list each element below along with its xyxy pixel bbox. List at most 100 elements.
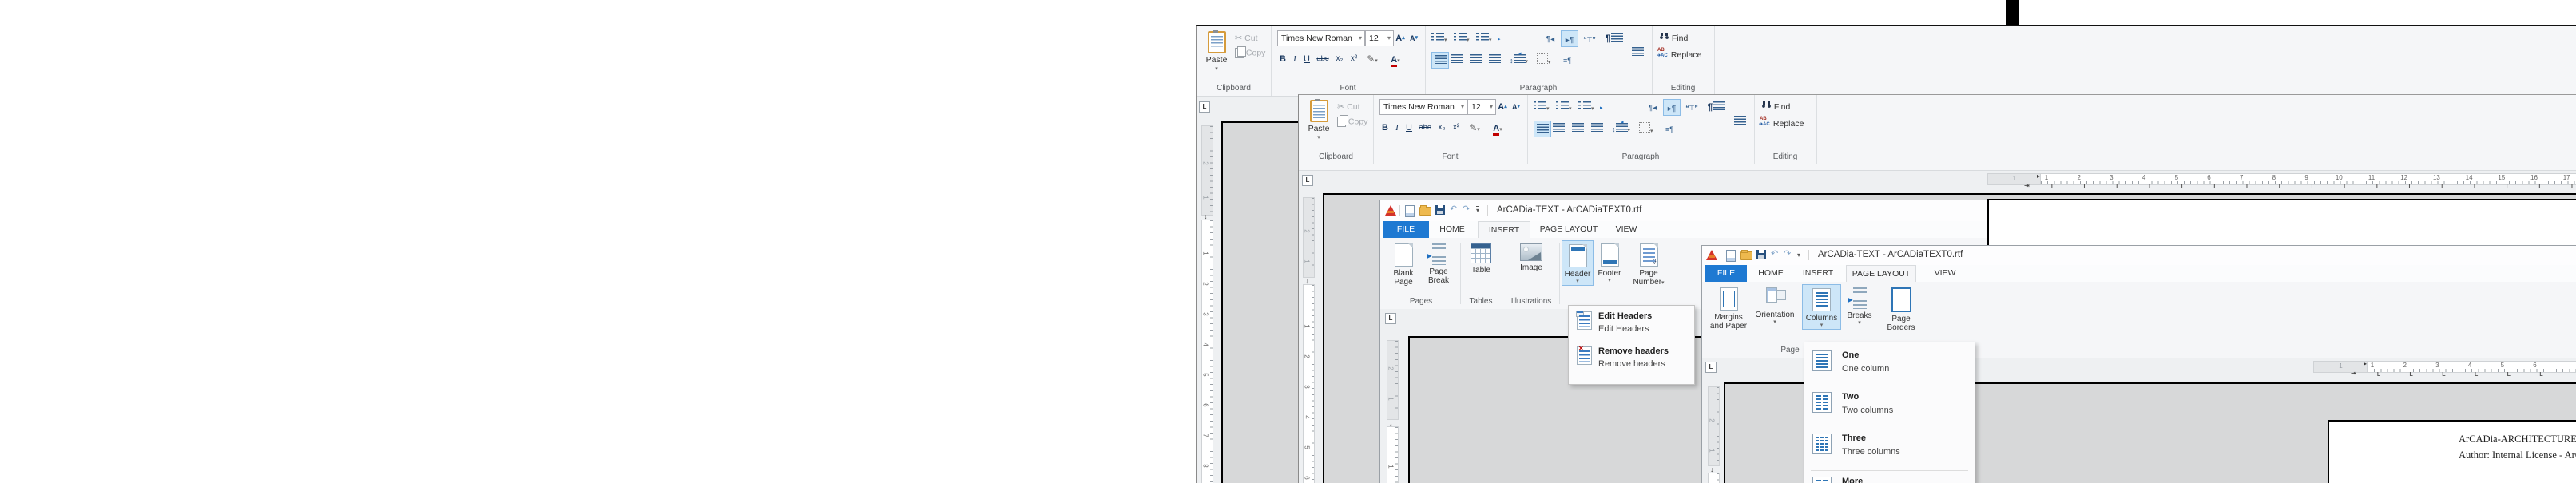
tab-selector-icon[interactable]: L [1705,362,1717,373]
tab-stop-icon[interactable]: L [2442,372,2445,378]
whitespace-marks-button[interactable] [1684,101,1700,115]
multilevel-list-button[interactable] [1476,32,1492,46]
paragraph-settings-button[interactable] [1559,53,1575,68]
tab-view[interactable]: VIEW [1927,265,1963,282]
menu-item-more-columns[interactable]: More [1804,473,1975,483]
header-dropdown-arrow[interactable] [1562,279,1593,285]
open-folder-icon[interactable] [1419,207,1431,216]
tab-selector-icon[interactable]: L [1302,175,1313,186]
new-document-icon[interactable] [1405,205,1415,217]
paste-button[interactable]: Paste [1305,100,1332,140]
bullet-list-button[interactable] [1431,32,1447,46]
tab-stop-icon[interactable]: L [2507,184,2510,190]
align-center-button[interactable] [1451,53,1463,68]
strikethrough-button[interactable]: abc [1416,121,1434,135]
subscript-button[interactable]: x₂ [1333,52,1346,66]
show-paragraph-marks-button[interactable] [1602,31,1613,46]
columns-dropdown-arrow[interactable] [1803,323,1840,329]
tab-stop-icon[interactable]: L [2409,184,2412,190]
highlight-dropdown-arrow[interactable] [1477,124,1480,133]
highlight-button[interactable] [1467,121,1482,135]
paste-dropdown-arrow[interactable] [1305,133,1332,140]
indent-marker-icon[interactable]: ▸ [2037,172,2040,180]
cut-button[interactable]: Cut [1235,33,1257,43]
font-size-combo[interactable]: 12 [1467,99,1496,115]
tab-stop-icon[interactable]: L [2377,372,2380,378]
borders-button[interactable] [1639,122,1653,137]
grow-font-button[interactable]: A [1496,100,1509,114]
footer-dropdown-arrow[interactable] [1594,278,1625,284]
tab-stop-icon[interactable]: L [2538,184,2542,190]
font-color-button[interactable]: A [1490,121,1506,136]
new-document-icon[interactable] [1726,250,1736,262]
numbered-list-button[interactable] [1454,32,1470,46]
columns-button[interactable]: Columns [1802,284,1841,330]
vertical-ruler[interactable]: 21 ↓ 123456 [1303,197,1313,483]
page-number-button[interactable]: # Page Number [1628,240,1669,287]
undo-icon[interactable]: ↶ [1450,204,1457,214]
breaks-button[interactable]: ▶ Breaks [1843,284,1876,327]
image-button[interactable]: Image [1506,240,1556,272]
decrease-indent-button[interactable] [1626,115,1853,129]
tab-file[interactable]: FILE [1383,221,1429,238]
tab-stop-icon[interactable]: L [2344,184,2347,190]
tab-indent-marker-icon[interactable]: ⇥ [2024,182,2030,189]
paragraph-rtl-button[interactable] [1645,101,1660,115]
copy-button[interactable]: Copy [1337,117,1367,127]
table-button[interactable]: Table [1465,240,1497,275]
tab-stop-icon[interactable]: L [2279,184,2282,190]
tab-file[interactable]: FILE [1705,265,1747,282]
blank-page-button[interactable]: Blank Page [1387,240,1420,287]
highlight-dropdown-arrow[interactable] [1375,55,1378,65]
multilevel-list-button[interactable] [1578,101,1594,115]
italic-button[interactable]: I [1392,121,1402,135]
page-break-button[interactable]: ▶ Page Break [1422,240,1455,285]
align-right-button[interactable] [1572,122,1584,137]
menu-item-edit-headers[interactable]: Edit Headers Edit Headers [1569,307,1694,342]
numbered-list-button[interactable] [1556,101,1572,115]
font-color-button[interactable]: A [1387,53,1403,67]
vertical-ruler[interactable]: 21 ↓ [1708,386,1718,483]
tab-view[interactable]: VIEW [1609,221,1644,238]
tab-stop-icon[interactable]: L [2441,184,2444,190]
bold-button[interactable]: B [1277,52,1288,66]
underline-button[interactable]: U [1403,121,1415,135]
font-color-dropdown-arrow[interactable] [1397,55,1400,65]
undo-icon[interactable]: ↶ [1771,248,1778,259]
tab-stop-icon[interactable]: L [2507,372,2511,378]
title-bar[interactable]: ↶ ↷ ▾ ArCADia-TEXT - ArCADiaTEXT0.rtf [1380,200,1987,221]
tab-stop-icon[interactable]: L [2213,184,2217,190]
font-name-combo[interactable]: Times New Roman [1379,99,1467,115]
subscript-button[interactable]: x₂ [1435,121,1448,135]
strikethrough-button[interactable]: abc [1314,52,1332,66]
menu-item-remove-headers[interactable]: Remove headers Remove headers [1569,342,1694,378]
tab-selector-icon[interactable]: L [1199,101,1210,113]
tab-stop-icon[interactable]: L [2571,184,2574,190]
shrink-font-button[interactable]: A [1408,31,1419,46]
tab-insert[interactable]: INSERT [1796,265,1840,282]
margins-and-paper-button[interactable]: Margins and Paper [1709,284,1748,331]
save-icon[interactable] [1435,205,1445,215]
header-button[interactable]: Header [1562,240,1594,286]
orientation-button[interactable]: Orientation [1752,284,1798,326]
superscript-button[interactable]: x² [1450,121,1463,135]
paragraph-settings-button[interactable] [1661,122,1677,137]
tab-insert[interactable]: INSERT [1478,221,1530,238]
tab-stop-icon[interactable]: L [2051,184,2054,190]
tab-stop-icon[interactable]: L [2116,184,2119,190]
align-left-button[interactable] [1534,121,1551,137]
vertical-ruler[interactable]: 21 ↓ 1 [1387,340,1397,483]
menu-item-three-columns[interactable]: Three Three columns [1804,429,1975,469]
tab-home[interactable]: HOME [1432,221,1472,238]
font-name-combo[interactable]: Times New Roman [1277,30,1365,46]
tab-stop-icon[interactable]: L [2246,184,2249,190]
bold-button[interactable]: B [1379,121,1391,135]
align-center-button[interactable] [1553,122,1565,137]
quick-access-dropdown-icon[interactable]: ▾ [1476,206,1479,214]
tab-page-layout[interactable]: PAGE LAYOUT [1846,265,1916,282]
borders-button[interactable] [1537,53,1551,68]
align-left-button[interactable] [1431,52,1449,69]
superscript-button[interactable]: x² [1348,52,1360,66]
highlight-button[interactable] [1365,52,1379,66]
find-button[interactable]: Find [1760,101,1790,112]
